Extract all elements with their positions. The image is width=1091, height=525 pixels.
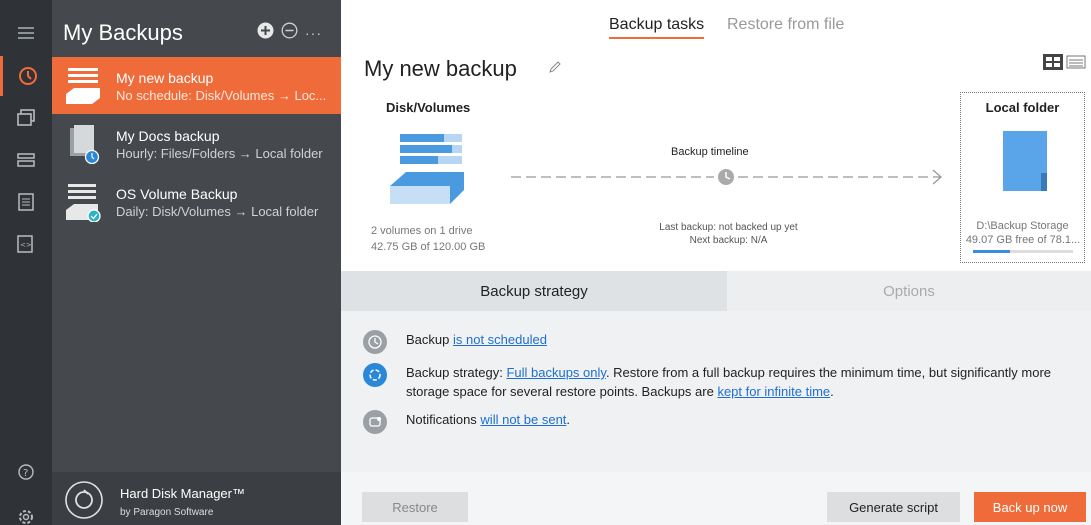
os-volume-backup-icon xyxy=(64,182,102,223)
source-info: 2 volumes on 1 drive 42.75 GB of 120.00 … xyxy=(371,223,485,255)
tab-options[interactable]: Options xyxy=(727,271,1091,311)
disk-backup-icon xyxy=(64,66,102,106)
product-logo xyxy=(64,480,104,525)
source-size: 42.75 GB of 120.00 GB xyxy=(371,241,486,253)
disk-volumes-icon[interactable] xyxy=(388,130,468,211)
retention-suffix: . xyxy=(830,384,834,399)
svg-text:?: ? xyxy=(23,468,28,479)
add-icon[interactable] xyxy=(257,22,274,44)
sidebar-item-name: My Docs backup xyxy=(116,128,220,144)
timeline-label: Backup timeline xyxy=(671,146,749,158)
schedule-prefix: Backup xyxy=(406,332,453,347)
sidebar-item-name: OS Volume Backup xyxy=(116,186,238,202)
action-bar: Restore Generate script Back up now xyxy=(341,472,1091,525)
notifications-link[interactable]: will not be sent xyxy=(480,412,566,427)
folder-icon xyxy=(1003,131,1047,196)
remove-icon[interactable] xyxy=(281,22,298,44)
backups-sidebar: My Backups ··· My new backup No schedule… xyxy=(52,0,341,525)
notification-icon xyxy=(363,410,387,434)
destination-usage-bar xyxy=(973,250,1073,253)
strategy-panel: Backup is not scheduled Backup strategy:… xyxy=(341,311,1091,472)
view-switcher xyxy=(1043,54,1086,75)
notifications-row: Notifications will not be sent. xyxy=(363,410,1076,434)
product-name: Hard Disk Manager™ xyxy=(120,486,245,501)
destination-free-space: 49.07 GB free of 78.1... xyxy=(965,234,1081,246)
nav-rail: <> ? xyxy=(0,0,52,525)
sidebar-item-desc: Daily: Disk/Volumes → Local folder xyxy=(116,204,319,219)
main-panel: Backup tasks Restore from file My new ba… xyxy=(341,0,1091,525)
history-icon[interactable] xyxy=(0,56,52,96)
timeline-info: Last backup: not backed up yet Next back… xyxy=(641,221,816,247)
strategy-link[interactable]: Full backups only xyxy=(506,365,605,380)
notifications-prefix: Notifications xyxy=(406,412,481,427)
clone-icon[interactable] xyxy=(0,98,52,138)
strategy-row: Backup strategy: Full backups only. Rest… xyxy=(363,363,1076,401)
log-icon[interactable] xyxy=(0,182,52,222)
timeline-arrow xyxy=(511,164,946,195)
strategy-tabs: Backup strategy Options xyxy=(341,271,1091,311)
drive-icon[interactable] xyxy=(0,140,52,180)
sidebar-item-name: My new backup xyxy=(116,70,214,86)
help-icon[interactable]: ? xyxy=(0,452,52,492)
product-footer: Hard Disk Manager™ by Paragon Software xyxy=(52,472,341,525)
sidebar-title: My Backups xyxy=(63,20,183,45)
tab-backup-tasks[interactable]: Backup tasks xyxy=(609,16,705,39)
tab-restore-from-file[interactable]: Restore from file xyxy=(727,16,844,34)
clock-icon xyxy=(363,330,387,354)
svg-text:<>: <> xyxy=(20,241,32,249)
menu-icon[interactable] xyxy=(0,13,52,53)
destination-usage-fill xyxy=(973,250,1010,253)
sidebar-item-desc: No schedule: Disk/Volumes → Loc... xyxy=(116,88,327,103)
source-label: Disk/Volumes xyxy=(386,100,471,115)
sidebar-item-my-docs-backup[interactable]: My Docs backup Hourly: Files/Folders → L… xyxy=(52,115,341,172)
restore-button[interactable]: Restore xyxy=(362,492,468,522)
strategy-prefix: Backup strategy: xyxy=(406,365,507,380)
tile-view-icon[interactable] xyxy=(1043,54,1063,75)
next-backup-text: Next backup: N/A xyxy=(689,235,768,246)
destination-path: D:\Backup Storage xyxy=(976,220,1069,232)
source-volumes-count: 2 volumes on 1 drive xyxy=(371,225,473,237)
generate-script-button[interactable]: Generate script xyxy=(827,492,960,522)
sidebar-item-my-new-backup[interactable]: My new backup No schedule: Disk/Volumes … xyxy=(52,57,341,114)
last-backup-text: Last backup: not backed up yet xyxy=(659,222,798,233)
sidebar-item-desc: Hourly: Files/Folders → Local folder xyxy=(116,146,323,161)
tab-backup-strategy[interactable]: Backup strategy xyxy=(341,271,727,311)
strategy-icon xyxy=(363,363,387,387)
schedule-link[interactable]: is not scheduled xyxy=(453,332,547,347)
list-view-icon[interactable] xyxy=(1066,54,1086,75)
app-window: <> ? My Backups ··· My new backup No sch… xyxy=(0,0,1091,525)
edit-icon[interactable] xyxy=(548,60,562,79)
task-title: My new backup xyxy=(364,56,517,81)
back-up-now-button[interactable]: Back up now xyxy=(974,492,1086,522)
notifications-suffix: . xyxy=(566,412,571,427)
top-tabs: Backup tasks Restore from file xyxy=(341,0,1091,42)
settings-icon[interactable] xyxy=(0,497,52,525)
retention-link[interactable]: kept for infinite time xyxy=(717,384,830,399)
product-vendor: by Paragon Software xyxy=(120,507,214,518)
schedule-row: Backup is not scheduled xyxy=(363,330,1076,354)
files-backup-icon xyxy=(64,124,102,165)
more-icon[interactable]: ··· xyxy=(305,25,322,41)
destination-panel[interactable]: Local folder D:\Backup Storage 49.07 GB … xyxy=(960,92,1085,263)
script-icon[interactable]: <> xyxy=(0,224,52,264)
sidebar-item-os-volume-backup[interactable]: OS Volume Backup Daily: Disk/Volumes → L… xyxy=(52,173,341,230)
destination-label: Local folder xyxy=(985,100,1060,115)
